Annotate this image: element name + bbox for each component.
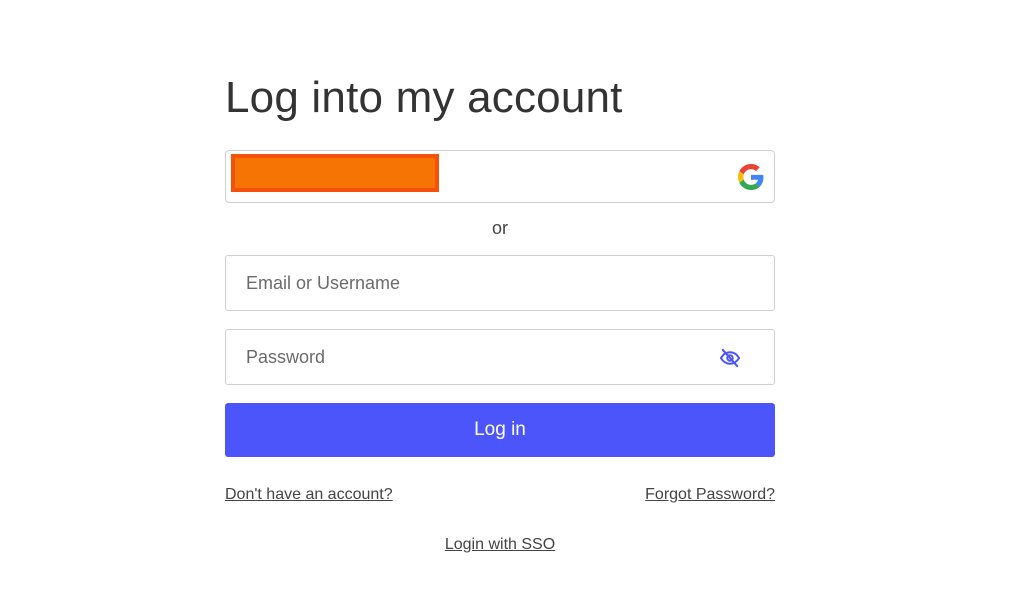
password-input[interactable] (226, 330, 774, 384)
redacted-account-label (231, 154, 439, 192)
or-divider: or (491, 218, 508, 238)
email-field-container (225, 255, 775, 311)
eye-slash-icon[interactable] (719, 348, 741, 368)
signup-link[interactable]: Don't have an account? (225, 486, 393, 504)
page-title: Log into my account (225, 73, 623, 122)
email-input[interactable] (226, 256, 774, 310)
password-field-container (225, 329, 775, 385)
forgot-password-link[interactable]: Forgot Password? (645, 486, 775, 504)
google-icon (738, 164, 764, 190)
google-login-button[interactable] (225, 150, 775, 203)
sso-login-link[interactable]: Login with SSO (225, 536, 775, 554)
login-page: Log into my account or Log in Don't have… (0, 0, 1024, 616)
login-button[interactable]: Log in (225, 403, 775, 457)
